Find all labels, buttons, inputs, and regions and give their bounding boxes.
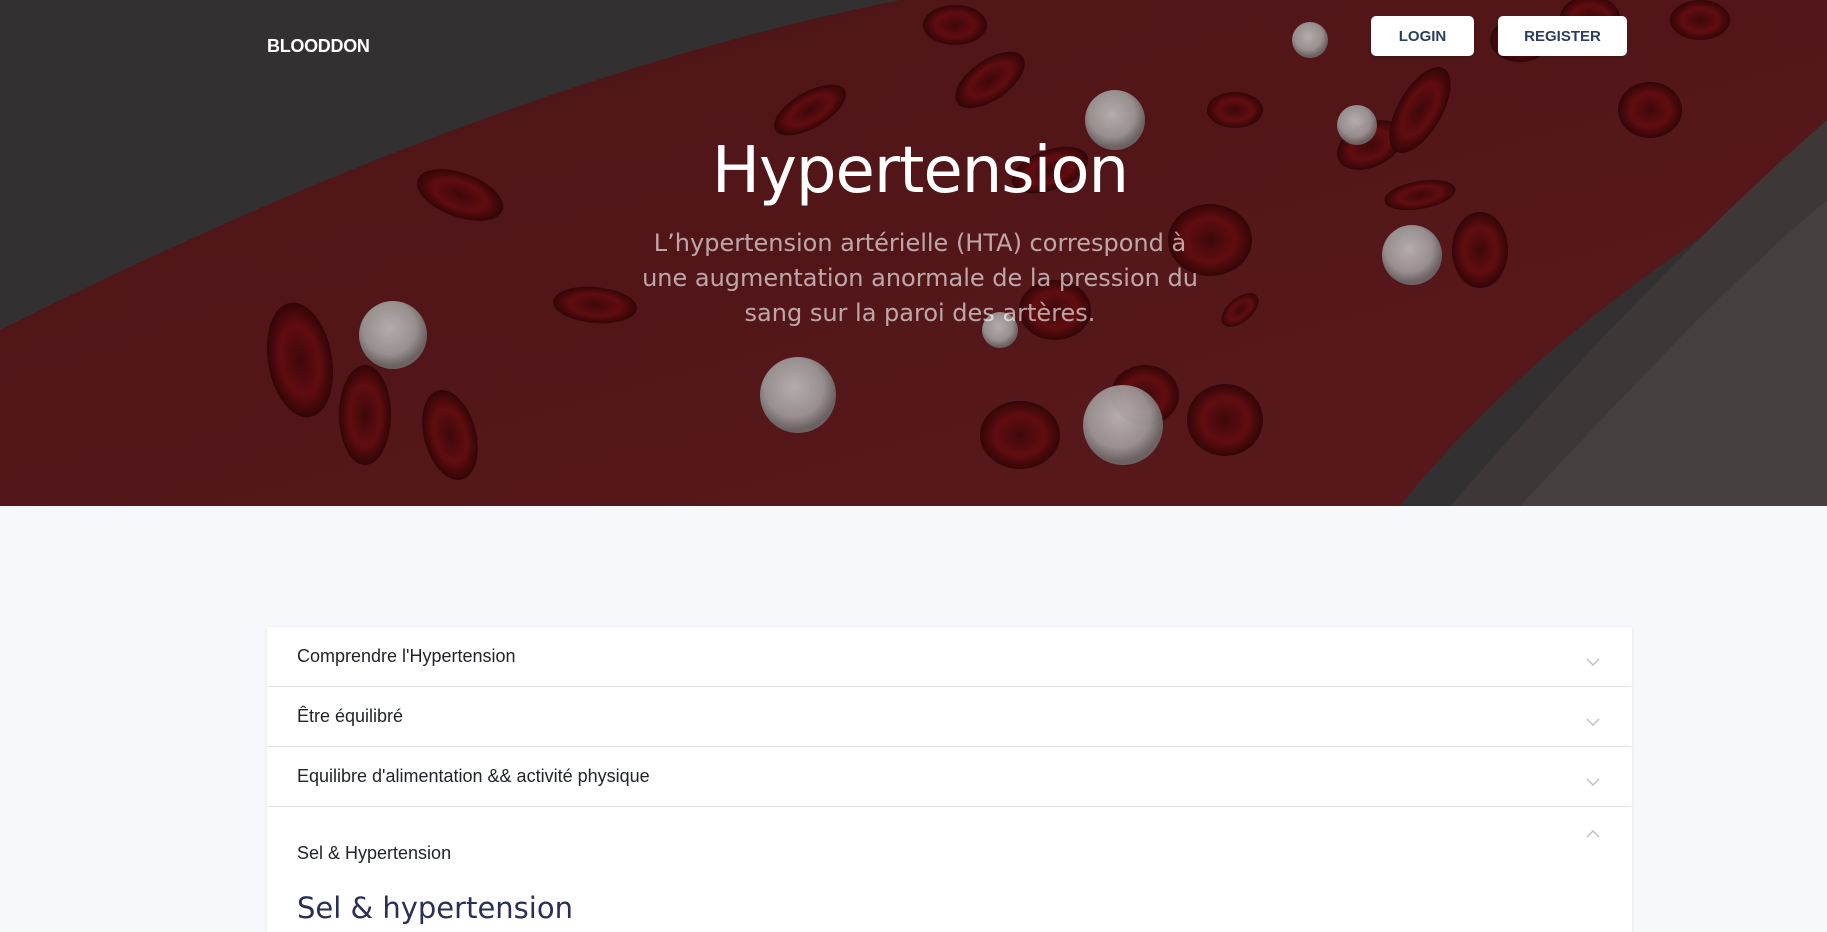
accordion-item-expanded: Sel & Hypertension Sel & hypertension xyxy=(267,807,1632,932)
register-button[interactable]: REGISTER xyxy=(1498,16,1627,56)
chevron-up-icon xyxy=(1586,829,1600,838)
accordion-item-label: Sel & Hypertension xyxy=(297,842,452,863)
chevron-down-icon xyxy=(1586,717,1600,726)
accordion-body: Sel & hypertension xyxy=(267,887,1632,932)
page-subtitle: L’hypertension artérielle (HTA) correspo… xyxy=(642,229,1198,327)
accordion-item: Equilibre d'alimentation && activité phy… xyxy=(267,747,1632,806)
accordion: Comprendre l'Hypertension Être équilibré… xyxy=(267,627,1632,932)
brand-logo[interactable]: BLOODDON xyxy=(267,36,370,57)
accordion-item-label: Comprendre l'Hypertension xyxy=(297,646,516,666)
chevron-down-icon xyxy=(1586,657,1600,666)
chevron-down-icon xyxy=(1586,777,1600,786)
section-heading: Sel & hypertension xyxy=(297,891,573,925)
accordion-header-equilibre-alimentation[interactable]: Equilibre d'alimentation && activité phy… xyxy=(267,747,1632,806)
accordion-item-label: Equilibre d'alimentation && activité phy… xyxy=(297,766,650,786)
login-button[interactable]: LOGIN xyxy=(1371,16,1474,56)
accordion-header-sel-hypertension[interactable]: Sel & Hypertension xyxy=(267,807,1632,887)
accordion-header-etre-equilibre[interactable]: Être équilibré xyxy=(267,687,1632,746)
accordion-item: Comprendre l'Hypertension xyxy=(267,627,1632,686)
hero-section: BLOODDON LOGIN REGISTER Hypertension L’h… xyxy=(0,0,1827,506)
accordion-item: Être équilibré xyxy=(267,687,1632,746)
page-title: Hypertension xyxy=(711,134,1129,208)
accordion-header-comprendre[interactable]: Comprendre l'Hypertension xyxy=(267,627,1632,686)
accordion-item-label: Être équilibré xyxy=(297,706,404,726)
